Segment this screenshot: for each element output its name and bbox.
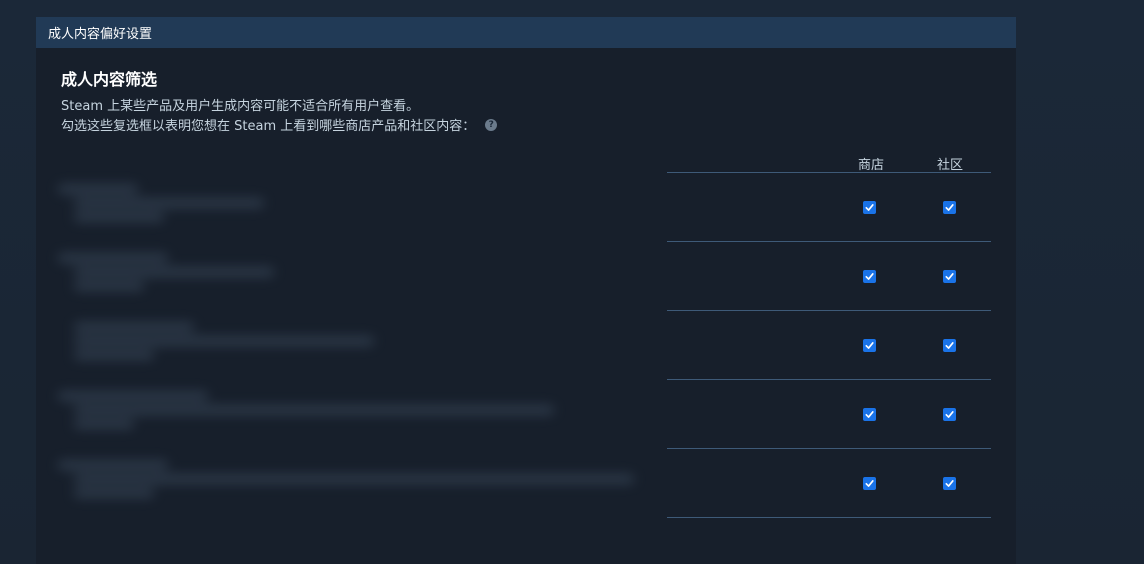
checkmark-icon: [865, 480, 874, 487]
section-title: 成人内容筛选: [61, 70, 158, 89]
store-checkbox[interactable]: [863, 408, 876, 421]
checkmark-icon: [865, 342, 874, 349]
checkmark-icon: [945, 480, 954, 487]
checkmark-icon: [865, 273, 874, 280]
content-filter-rows: [46, 173, 991, 518]
adult-content-preferences-panel: 成人内容偏好设置 成人内容筛选 Steam 上某些产品及用户生成内容可能不适合所…: [36, 17, 1016, 564]
checkmark-icon: [945, 342, 954, 349]
checkmark-icon: [865, 411, 874, 418]
description-line-2: 勾选这些复选框以表明您想在 Steam 上看到哪些商店产品和社区内容： ?: [61, 115, 498, 134]
community-checkbox[interactable]: [943, 270, 956, 283]
description-line-2-text: 勾选这些复选框以表明您想在 Steam 上看到哪些商店产品和社区内容：: [61, 119, 476, 134]
filter-row: [46, 311, 991, 380]
filter-row: [46, 242, 991, 311]
store-checkbox[interactable]: [863, 477, 876, 490]
panel-header: 成人内容偏好设置: [36, 17, 1016, 48]
column-header-store: 商店: [857, 158, 884, 173]
blurred-row-description: [54, 315, 614, 375]
checkmark-icon: [945, 273, 954, 280]
filter-row: [46, 380, 991, 449]
blurred-row-description: [54, 453, 634, 513]
store-checkbox[interactable]: [863, 201, 876, 214]
blurred-row-description: [54, 384, 614, 444]
description-line-1: Steam 上某些产品及用户生成内容可能不适合所有用户查看。: [61, 99, 420, 114]
community-checkbox[interactable]: [943, 201, 956, 214]
row-divider: [667, 517, 991, 518]
community-checkbox[interactable]: [943, 339, 956, 352]
blurred-row-description: [54, 246, 614, 306]
store-checkbox[interactable]: [863, 270, 876, 283]
panel-header-title: 成人内容偏好设置: [48, 27, 153, 42]
community-checkbox[interactable]: [943, 408, 956, 421]
filter-row: [46, 173, 991, 242]
blurred-row-description: [54, 177, 614, 237]
filter-row: [46, 449, 991, 518]
store-checkbox[interactable]: [863, 339, 876, 352]
column-header-community: 社区: [936, 158, 963, 173]
help-icon[interactable]: ?: [485, 118, 498, 131]
community-checkbox[interactable]: [943, 477, 956, 490]
checkmark-icon: [865, 204, 874, 211]
checkmark-icon: [945, 204, 954, 211]
checkmark-icon: [945, 411, 954, 418]
